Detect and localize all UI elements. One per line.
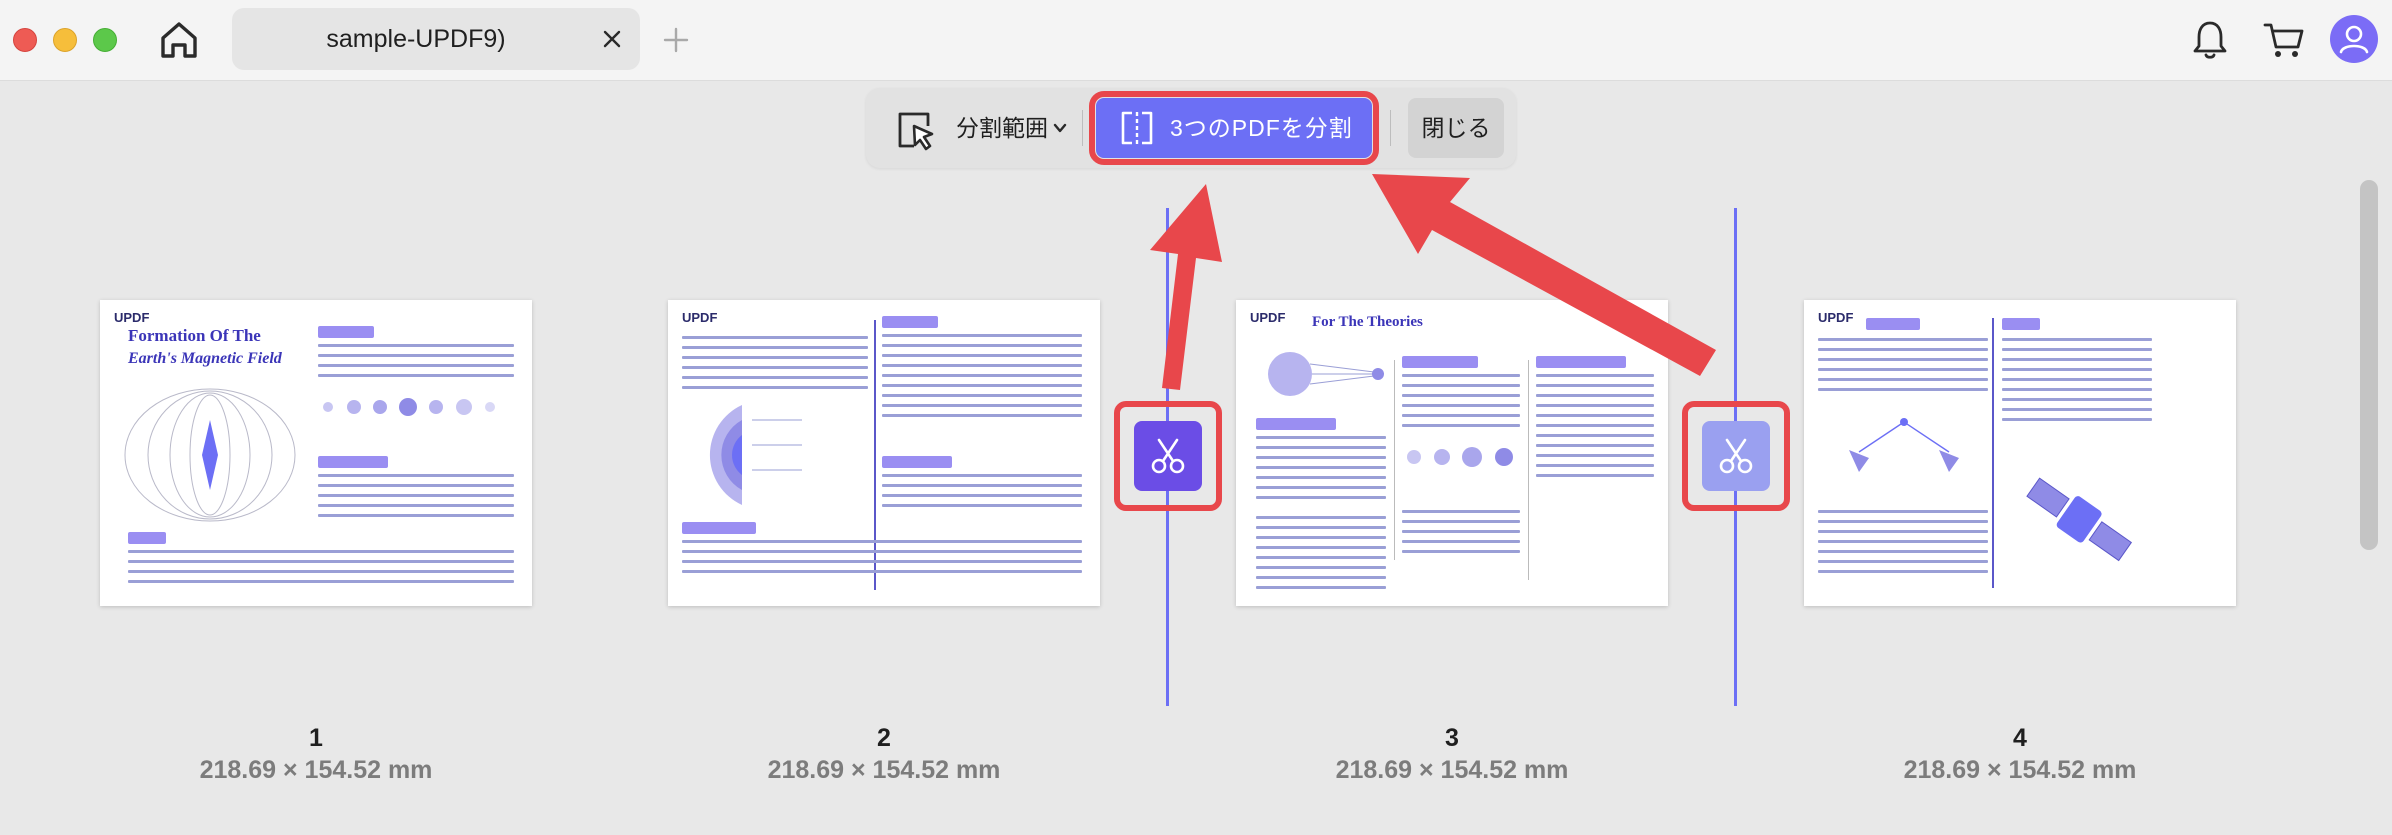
annotation-arrows: [1150, 174, 1716, 390]
vertical-scrollbar[interactable]: [2360, 180, 2378, 550]
